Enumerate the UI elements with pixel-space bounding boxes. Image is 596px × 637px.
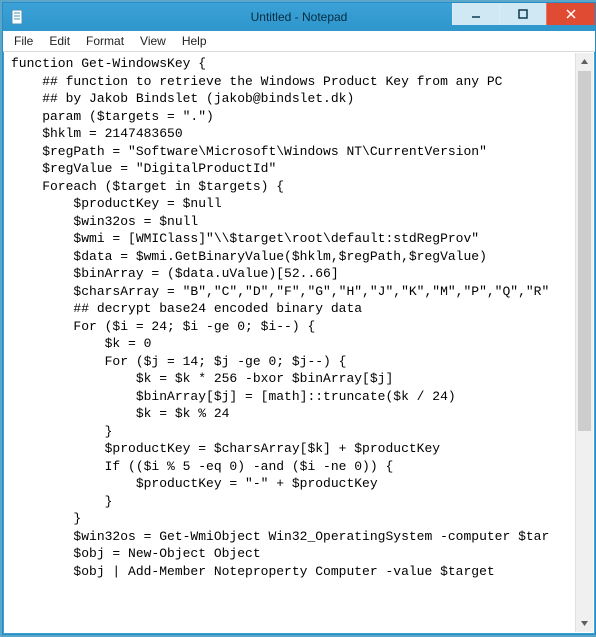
maximize-icon [518, 9, 528, 19]
menu-file[interactable]: File [7, 32, 40, 50]
chevron-up-icon [580, 57, 589, 66]
close-button[interactable] [546, 3, 595, 25]
vertical-scrollbar[interactable] [575, 53, 593, 632]
minimize-icon [471, 9, 481, 19]
window-controls [452, 3, 595, 31]
minimize-button[interactable] [452, 3, 499, 25]
notepad-window: Untitled - Notepad File Edit Format View… [2, 2, 596, 635]
titlebar[interactable]: Untitled - Notepad [3, 3, 595, 31]
menubar: File Edit Format View Help [3, 31, 595, 52]
close-icon [566, 9, 576, 19]
scroll-down-button[interactable] [576, 615, 593, 632]
client-area: function Get-WindowsKey { ## function to… [5, 53, 593, 632]
notepad-icon [9, 8, 27, 26]
menu-edit[interactable]: Edit [42, 32, 77, 50]
menu-format[interactable]: Format [79, 32, 131, 50]
menu-help[interactable]: Help [175, 32, 214, 50]
maximize-button[interactable] [499, 3, 546, 25]
text-editor[interactable]: function Get-WindowsKey { ## function to… [5, 53, 575, 632]
chevron-down-icon [580, 619, 589, 628]
scroll-thumb[interactable] [578, 71, 591, 431]
menu-view[interactable]: View [133, 32, 173, 50]
scroll-up-button[interactable] [576, 53, 593, 70]
